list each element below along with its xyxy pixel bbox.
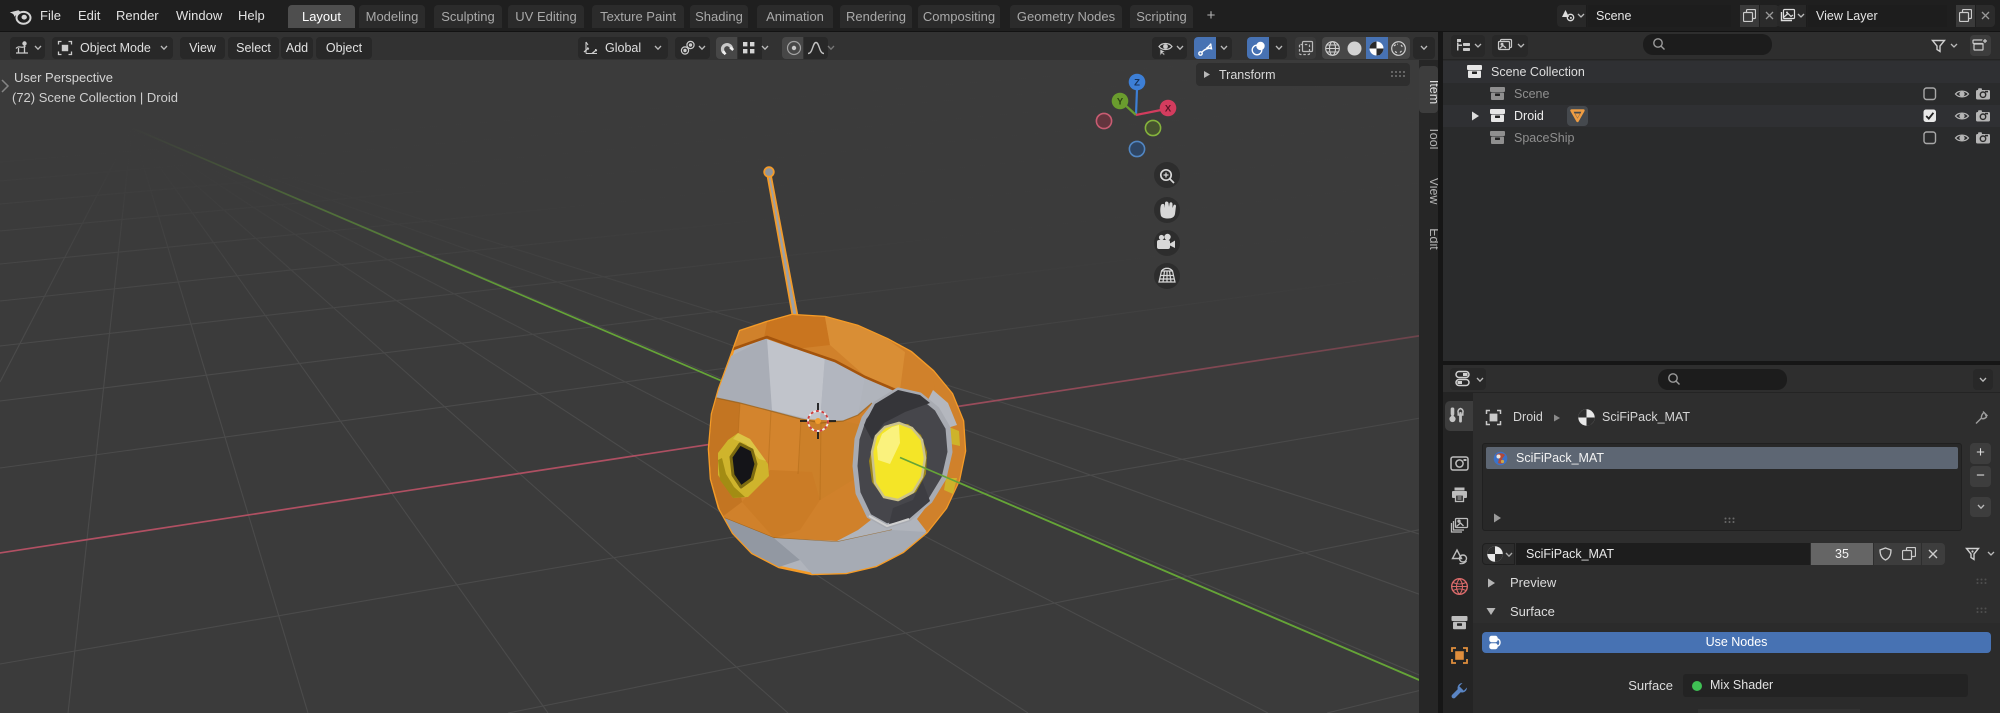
svg-text:View: View — [1427, 178, 1438, 206]
svg-text:User Perspective: User Perspective — [14, 70, 113, 85]
svg-text:Z: Z — [1134, 78, 1140, 89]
svg-text:X: X — [1165, 104, 1172, 115]
svg-text:Edit: Edit — [1427, 228, 1438, 250]
svg-text:Y: Y — [1117, 97, 1124, 108]
svg-text:(72) Scene Collection | Droid: (72) Scene Collection | Droid — [12, 90, 178, 105]
svg-text:Tool: Tool — [1427, 127, 1438, 150]
svg-text:Item: Item — [1427, 80, 1438, 104]
svg-text:Transform: Transform — [1219, 68, 1276, 82]
